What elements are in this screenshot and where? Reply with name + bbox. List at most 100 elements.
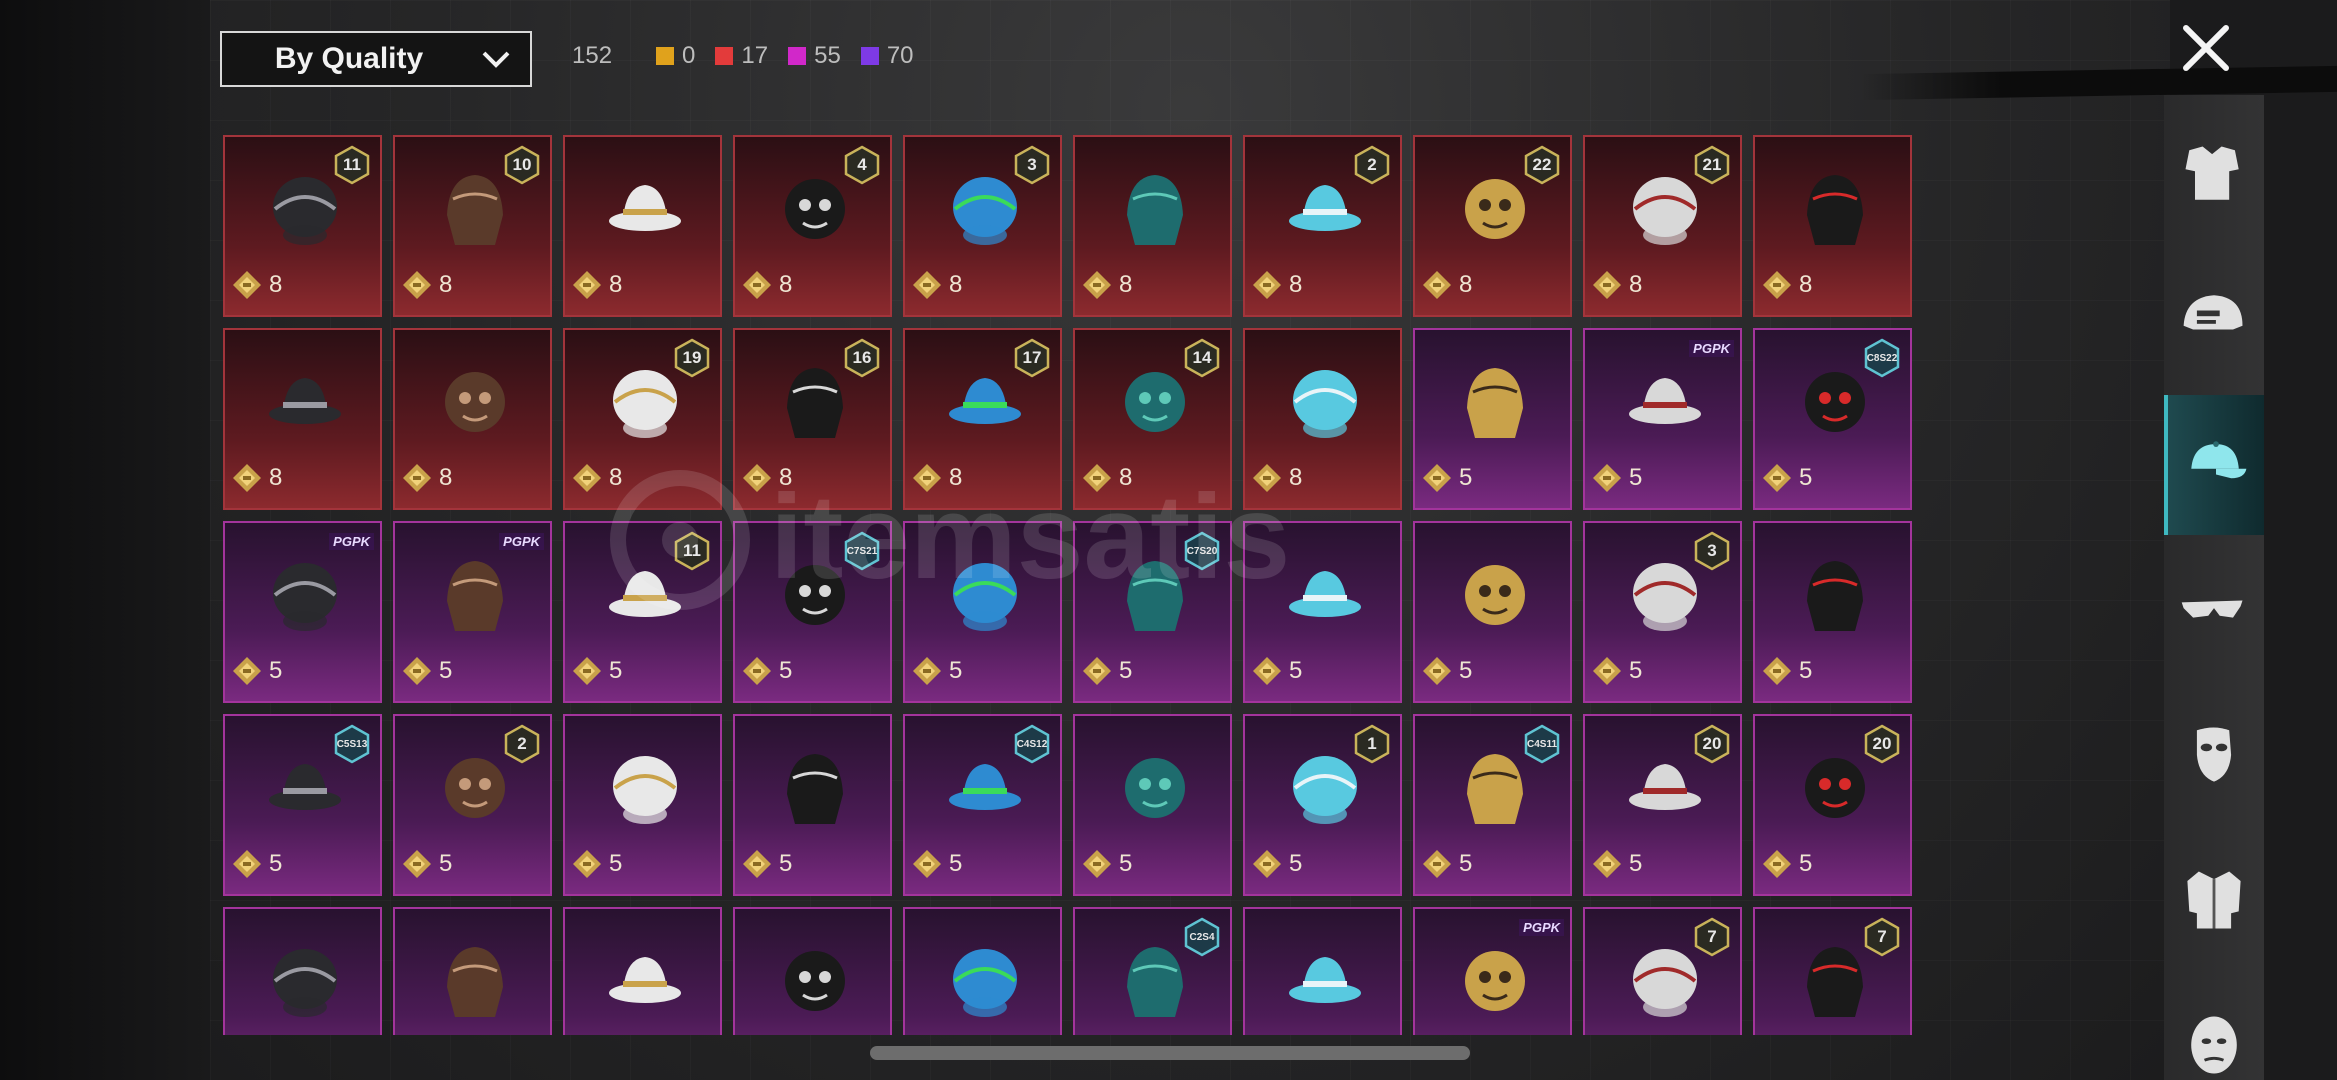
item-card[interactable]: C7S20 5 <box>1073 521 1232 703</box>
item-points: 8 <box>1081 269 1132 301</box>
item-card[interactable]: 8 <box>393 328 552 510</box>
item-points: 8 <box>231 462 282 494</box>
item-points-value: 5 <box>439 657 453 684</box>
item-card[interactable]: 16 8 <box>733 328 892 510</box>
sidebar-tab-face[interactable] <box>2164 975 2264 1080</box>
helmet-icon <box>2183 295 2243 330</box>
white-hair-icon <box>785 565 845 625</box>
item-card[interactable]: 5 <box>1413 521 1572 703</box>
item-card[interactable]: 35 <box>1583 521 1742 703</box>
item-points-value: 8 <box>439 464 453 491</box>
item-card[interactable]: 8 <box>1753 135 1912 317</box>
item-card[interactable]: 20 5 <box>1583 714 1742 896</box>
item-card[interactable] <box>563 907 722 1035</box>
season-badge-label: 20 <box>1872 734 1892 753</box>
sidebar-tab-helmet[interactable] <box>2164 250 2264 390</box>
item-points: 5 <box>1591 462 1642 494</box>
item-card[interactable]: 7 <box>1753 907 1912 1035</box>
item-card[interactable]: 38 <box>903 135 1062 317</box>
item-card[interactable]: PGPK 5 <box>223 521 382 703</box>
item-card[interactable] <box>223 907 382 1035</box>
point-diamond-icon <box>1253 657 1281 685</box>
item-points: 5 <box>571 655 622 687</box>
item-card[interactable]: 8 <box>1243 328 1402 510</box>
season-badge-label: 22 <box>1532 155 1552 174</box>
item-card[interactable]: 5 <box>1073 714 1232 896</box>
sidebar-tab-face-mask[interactable] <box>2164 685 2264 825</box>
item-card[interactable]: 17 8 <box>903 328 1062 510</box>
red-cap-icon <box>1467 754 1523 824</box>
point-diamond-icon <box>1593 271 1621 299</box>
item-card[interactable]: 14 8 <box>1073 328 1232 510</box>
horizontal-scrollbar[interactable] <box>870 1046 1470 1060</box>
item-card[interactable]: 5 <box>1413 328 1572 510</box>
point-diamond-icon <box>1423 850 1451 878</box>
item-card[interactable]: 8 <box>223 328 382 510</box>
item-points: 8 <box>1591 269 1642 301</box>
item-points-value: 5 <box>1119 657 1133 684</box>
item-card[interactable]: 48 <box>733 135 892 317</box>
item-card[interactable]: 7 <box>1583 907 1742 1035</box>
item-card[interactable] <box>1243 907 1402 1035</box>
inventory-grid[interactable]: 11 8 10 8 8 4 8 3 8 8 2 8 22 8 21 8 8 8 8 19 8 16 8 17 8 14 8 8 5 PGP… <box>223 135 1913 1035</box>
sidebar-tab-jacket[interactable] <box>2164 830 2264 970</box>
left-backdrop <box>0 0 210 1080</box>
item-card[interactable]: 5 <box>903 521 1062 703</box>
red-hair-icon <box>273 563 337 631</box>
item-card[interactable]: 19 8 <box>563 328 722 510</box>
season-badge-label: 4 <box>857 155 867 174</box>
item-card[interactable]: C5S13 5 <box>223 714 382 896</box>
item-card[interactable]: 15 <box>1243 714 1402 896</box>
sort-dropdown[interactable]: By Quality <box>220 31 532 87</box>
golden-helm-icon <box>1465 179 1525 239</box>
item-points-value: 5 <box>1799 850 1813 877</box>
item-card[interactable]: 5 <box>733 714 892 896</box>
item-card[interactable] <box>903 907 1062 1035</box>
season-badge-label: 2 <box>517 734 527 753</box>
item-card[interactable]: 21 8 <box>1583 135 1742 317</box>
item-points: 8 <box>1251 462 1302 494</box>
item-card[interactable]: PGPK <box>1413 907 1572 1035</box>
item-points: 5 <box>1251 848 1302 880</box>
item-card[interactable]: 25 <box>393 714 552 896</box>
event-tag: PGPK <box>499 533 544 550</box>
item-card[interactable]: 11 5 <box>563 521 722 703</box>
item-card[interactable]: PGPK 5 <box>393 521 552 703</box>
item-card[interactable]: 28 <box>1243 135 1402 317</box>
item-card[interactable]: C4S11 5 <box>1413 714 1572 896</box>
item-card[interactable]: C8S22 5 <box>1753 328 1912 510</box>
season-badge-label: 11 <box>683 541 701 560</box>
sidebar-tab-cap[interactable] <box>2164 395 2264 535</box>
item-points: 5 <box>231 655 282 687</box>
item-card[interactable]: C2S4 <box>1073 907 1232 1035</box>
sidebar-tab-outfit[interactable] <box>2164 105 2264 245</box>
item-card[interactable] <box>733 907 892 1035</box>
item-card[interactable]: C4S12 5 <box>903 714 1062 896</box>
count-mythic-value: 17 <box>741 42 769 69</box>
sidebar-tab-glasses[interactable] <box>2164 540 2264 680</box>
item-card[interactable]: 11 8 <box>223 135 382 317</box>
item-card[interactable]: 5 <box>563 714 722 896</box>
item-points: 5 <box>1421 848 1472 880</box>
item-card[interactable]: C7S21 5 <box>733 521 892 703</box>
item-card[interactable]: 8 <box>1073 135 1232 317</box>
item-card[interactable]: PGPK 5 <box>1583 328 1742 510</box>
item-card[interactable] <box>393 907 552 1035</box>
item-card[interactable]: 5 <box>1753 521 1912 703</box>
item-card[interactable]: 20 5 <box>1753 714 1912 896</box>
point-diamond-icon <box>1253 464 1281 492</box>
item-card[interactable]: 10 8 <box>393 135 552 317</box>
item-card[interactable]: 5 <box>1243 521 1402 703</box>
item-points-value: 8 <box>779 464 793 491</box>
item-card[interactable]: 8 <box>563 135 722 317</box>
item-card[interactable]: 22 8 <box>1413 135 1572 317</box>
panda-head-icon <box>447 561 503 631</box>
count-epic: 55 <box>788 42 841 70</box>
outfit-icon <box>2185 146 2239 200</box>
close-icon[interactable] <box>2178 20 2234 76</box>
hair-icon <box>447 175 503 245</box>
item-points-value: 8 <box>1629 271 1643 298</box>
point-diamond-icon <box>573 850 601 878</box>
item-points-value: 5 <box>269 850 283 877</box>
dark-helmet-icon <box>269 378 341 424</box>
